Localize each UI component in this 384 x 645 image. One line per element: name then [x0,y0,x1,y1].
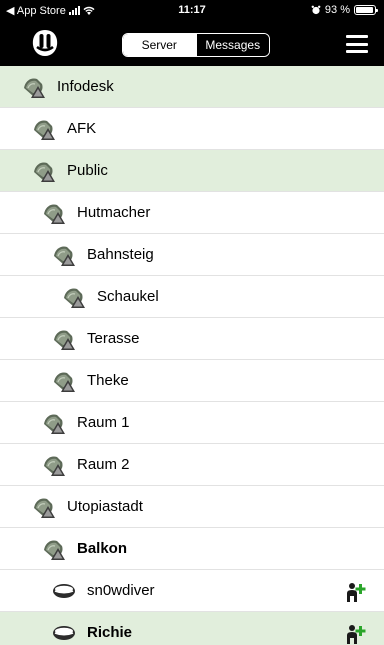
user-row[interactable]: sn0wdiver [0,570,384,612]
alarm-icon [311,5,321,15]
channel-icon [43,455,66,477]
channel-icon [33,497,56,519]
channel-icon [43,413,66,435]
tab-server[interactable]: Server [123,34,196,56]
user-row[interactable]: Richie [0,612,384,645]
channel-icon [53,329,76,351]
tab-messages[interactable]: Messages [195,34,269,56]
add-user-icon[interactable] [344,581,366,603]
list-item[interactable]: Bahnsteig [0,234,384,276]
channel-label: AFK [67,120,97,137]
list-item[interactable]: Raum 2 [0,444,384,486]
channel-icon [33,119,56,141]
list-item[interactable]: Balkon [0,528,384,570]
channel-label: Hutmacher [77,204,151,221]
user-label: Richie [87,624,133,641]
channel-icon [53,371,76,393]
list-item[interactable]: Schaukel [0,276,384,318]
battery-icon [354,5,378,15]
channel-icon [43,203,66,225]
list-item[interactable]: Utopiastadt [0,486,384,528]
channel-label: Theke [87,372,129,389]
list-item[interactable]: Terasse [0,318,384,360]
channel-label: Raum 1 [77,414,130,431]
user-label: sn0wdiver [87,582,155,599]
channel-label: Bahnsteig [87,246,154,263]
channel-icon [43,539,66,561]
add-user-icon[interactable] [344,623,366,645]
channel-label: Utopiastadt [67,498,143,515]
status-right: 93 % [311,4,378,16]
battery-percent: 93 % [324,4,350,16]
hamburger-icon[interactable] [346,35,368,53]
channel-label: Infodesk [57,78,114,95]
channel-icon [53,245,76,267]
nav-bar: Server Messages [0,20,384,66]
channel-icon [23,77,46,99]
list-item[interactable]: Hutmacher [0,192,384,234]
status-bar: ◀ App Store 11:17 93 % [0,0,384,20]
channel-label: Schaukel [97,288,159,305]
channel-icon [63,287,86,309]
list-item[interactable]: Theke [0,360,384,402]
channel-icon [33,161,56,183]
battery-fill [356,7,373,13]
channel-label: Balkon [77,540,128,557]
list-item[interactable]: Public [0,150,384,192]
view-segmented-control: Server Messages [122,33,270,57]
list-item[interactable]: AFK [0,108,384,150]
channel-label: Public [67,162,108,179]
channel-label: Terasse [87,330,140,347]
channel-list: Infodesk AFK Public Hutmacher Bahnsteig … [0,66,384,645]
user-status-icon [52,582,76,599]
channel-label: Raum 2 [77,456,130,473]
list-item[interactable]: Raum 1 [0,402,384,444]
user-status-icon [52,624,76,641]
list-item[interactable]: Infodesk [0,66,384,108]
app-logo-icon[interactable] [30,28,60,58]
